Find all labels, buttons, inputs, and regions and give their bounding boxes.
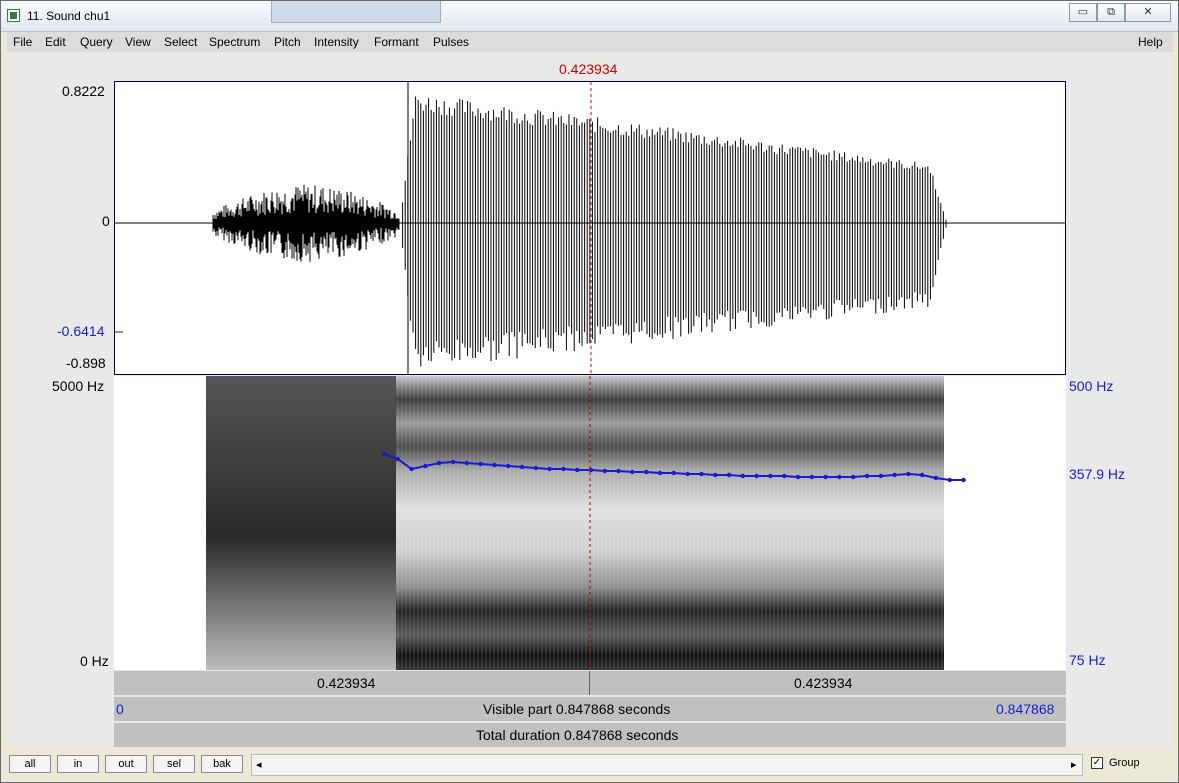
menu-edit[interactable]: Edit xyxy=(45,35,66,49)
pitch-point xyxy=(740,473,745,479)
pitch-point xyxy=(809,474,814,480)
editor-area: 0.423934 0.8222 0 -0.6414 -0.898 5000 Hz… xyxy=(9,53,1170,747)
cursor-time-left: 0.423934 xyxy=(317,675,376,691)
spectrogram-graphic xyxy=(206,376,966,670)
close-button[interactable]: ✕ xyxy=(1125,3,1171,22)
pitch-point xyxy=(713,472,718,478)
pitch-point xyxy=(478,461,483,467)
menu-view[interactable]: View xyxy=(125,35,151,49)
menu-pitch[interactable]: Pitch xyxy=(274,35,301,49)
zoom-in-button[interactable]: in xyxy=(57,755,99,773)
cursor-divider xyxy=(589,671,590,695)
scroll-left-icon[interactable]: ◂ xyxy=(256,758,262,771)
pitch-point xyxy=(616,468,621,474)
menu-bar: File Edit Query View Select Spectrum Pit… xyxy=(7,32,1173,52)
pitch-point xyxy=(878,473,883,479)
pitch-bottom-label: 75 Hz xyxy=(1069,652,1106,668)
pitch-point xyxy=(602,468,607,474)
pitch-point xyxy=(381,451,387,457)
pitch-point xyxy=(575,467,580,473)
waveform-graphic xyxy=(115,82,1065,374)
pitch-point xyxy=(851,474,856,480)
pitch-point xyxy=(795,474,801,480)
pitch-value-label: 357.9 Hz xyxy=(1069,466,1126,482)
pitch-point xyxy=(671,470,676,476)
group-checkbox[interactable]: ✓ xyxy=(1091,757,1103,769)
visible-part-label: Visible part 0.847868 seconds xyxy=(483,701,671,717)
pitch-point xyxy=(754,473,759,479)
pitch-point xyxy=(519,464,525,470)
praat-app-icon xyxy=(7,9,20,22)
pitch-point xyxy=(547,466,552,472)
restore-button[interactable]: ⧉ xyxy=(1097,3,1125,22)
pitch-point xyxy=(644,469,649,475)
spectrogram-panel[interactable] xyxy=(114,376,1066,670)
pitch-point xyxy=(395,456,400,462)
pitch-point xyxy=(506,463,511,469)
total-duration-label: Total duration 0.847868 seconds xyxy=(476,727,679,743)
pitch-point xyxy=(423,463,428,469)
pitch-top-label: 500 Hz xyxy=(1069,378,1114,394)
waveform-cursor-value-label: -0.6414 xyxy=(57,323,105,339)
window-title: 11. Sound chu1 xyxy=(27,9,111,23)
pitch-point xyxy=(933,475,939,481)
cursor-time-bar[interactable]: 0.423934 0.423934 xyxy=(114,671,1066,695)
pitch-point xyxy=(685,471,690,477)
pitch-point xyxy=(699,471,704,477)
zoom-out-button[interactable]: out xyxy=(105,755,147,773)
menu-spectrum[interactable]: Spectrum xyxy=(209,35,260,49)
horizontal-scrollbar[interactable]: ◂ ▸ xyxy=(251,754,1083,776)
title-bar[interactable]: 11. Sound chu1 ▭ ⧉ ✕ xyxy=(1,1,1178,32)
group-label: Group xyxy=(1109,757,1140,769)
pitch-point xyxy=(768,473,773,479)
praat-sound-window: 11. Sound chu1 ▭ ⧉ ✕ File Edit Query Vie… xyxy=(0,0,1179,783)
zoom-selection-button[interactable]: sel xyxy=(153,755,195,773)
menu-help[interactable]: Help xyxy=(1138,35,1163,49)
pitch-point xyxy=(837,474,842,480)
waveform-max-label: 0.8222 xyxy=(62,83,105,99)
pitch-point xyxy=(450,459,456,465)
menu-file[interactable]: File xyxy=(13,35,32,49)
spectrogram-top-freq-label: 5000 Hz xyxy=(52,378,105,394)
menu-pulses[interactable]: Pulses xyxy=(433,35,469,49)
visible-part-bar[interactable]: 0 Visible part 0.847868 seconds 0.847868 xyxy=(114,697,1066,721)
pitch-point xyxy=(961,477,966,483)
waveform-zero-label: 0 xyxy=(102,213,110,229)
pitch-point xyxy=(920,472,925,478)
cursor-time-label: 0.423934 xyxy=(559,61,618,77)
pitch-point xyxy=(657,470,663,476)
pitch-point xyxy=(726,472,732,478)
zoom-all-button[interactable]: all xyxy=(9,755,51,773)
pitch-point xyxy=(630,469,635,475)
spectrogram-bottom-freq-label: 0 Hz xyxy=(80,653,109,669)
pitch-point xyxy=(892,472,897,478)
minimize-button[interactable]: ▭ xyxy=(1069,3,1097,22)
pitch-point xyxy=(409,466,414,472)
background-window-tab xyxy=(271,1,441,23)
pitch-point xyxy=(947,477,952,483)
zoom-back-button[interactable]: bak xyxy=(201,755,243,773)
waveform-min-label: -0.898 xyxy=(66,355,106,371)
menu-select[interactable]: Select xyxy=(164,35,197,49)
pitch-point xyxy=(906,471,911,477)
pitch-point xyxy=(464,460,469,466)
pitch-point xyxy=(782,473,787,479)
waveform-panel[interactable] xyxy=(114,81,1066,375)
pitch-point xyxy=(588,467,594,473)
visible-end-time: 0.847868 xyxy=(996,701,1055,717)
menu-query[interactable]: Query xyxy=(80,35,113,49)
menu-intensity[interactable]: Intensity xyxy=(314,35,359,49)
pitch-point xyxy=(823,474,828,480)
cursor-time-right: 0.423934 xyxy=(794,675,853,691)
scroll-right-icon[interactable]: ▸ xyxy=(1071,758,1077,771)
pitch-point xyxy=(561,466,566,472)
pitch-point xyxy=(864,473,870,479)
pitch-point xyxy=(533,465,538,471)
visible-start-time: 0 xyxy=(116,701,124,717)
total-duration-bar[interactable]: Total duration 0.847868 seconds xyxy=(114,723,1066,747)
menu-formant[interactable]: Formant xyxy=(374,35,419,49)
pitch-point xyxy=(437,460,442,466)
pitch-point xyxy=(492,462,497,468)
